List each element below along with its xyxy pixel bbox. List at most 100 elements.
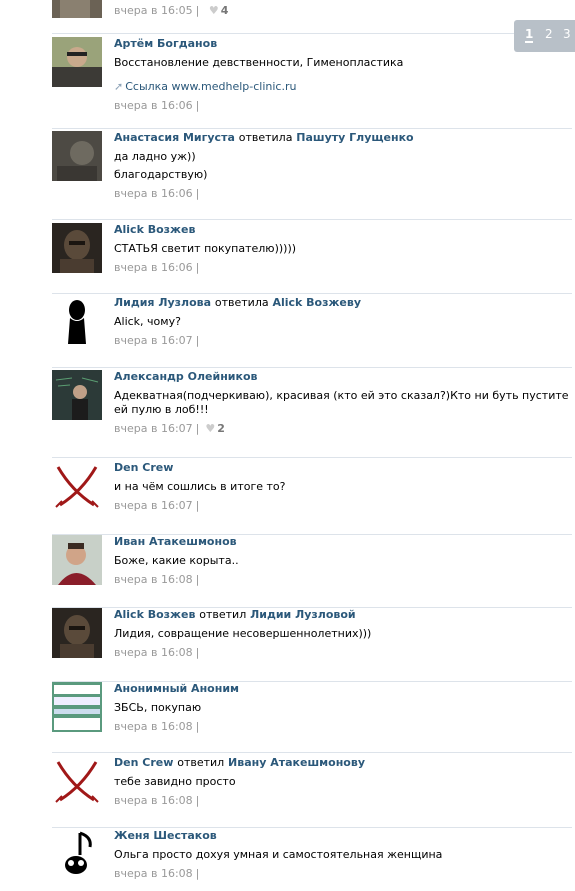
comment-text: Боже, какие корыта.. [114, 554, 569, 568]
comment-line: Ольга просто дохуя умная и самостоятельн… [114, 848, 443, 861]
author-line: Alick Возжев [114, 223, 569, 237]
comment-meta: вчера в 16:06 | [114, 187, 569, 201]
page-link-2[interactable]: 2 [545, 27, 553, 41]
author-link[interactable]: Анастасия Мигуста [114, 131, 235, 144]
meta-separator: | [195, 794, 200, 807]
meta-separator: | [195, 720, 200, 733]
comment-item: Анастасия Мигуста ответила Пашуту Глущен… [52, 131, 572, 220]
author-link[interactable]: Alick Возжев [114, 223, 195, 236]
heart-icon[interactable]: ♥ [205, 422, 215, 435]
avatar[interactable] [52, 829, 102, 879]
comment-text: Восстановление девственности, Гименоплас… [114, 56, 569, 70]
divider [52, 293, 572, 294]
comment-line: тебе завидно просто [114, 775, 236, 788]
comment-text: и на чём сошлись в итоге то? [114, 480, 569, 494]
page-link-3[interactable]: 3 [563, 27, 571, 41]
avatar[interactable] [52, 37, 102, 87]
comment-time[interactable]: вчера в 16:08 [114, 867, 193, 880]
author-link[interactable]: Den Crew [114, 461, 173, 474]
author-link[interactable]: Лидия Лузлова [114, 296, 211, 309]
comment-item: Лидия Лузлова ответила Alick Возжеву Alic… [52, 296, 572, 368]
avatar[interactable] [52, 756, 102, 806]
author-line: Женя Шестаков [114, 829, 569, 843]
comment-text: Alick, чому? [114, 315, 569, 329]
author-line: Alick Возжев ответил Лидии Лузловой [114, 608, 569, 622]
comment-time[interactable]: вчера в 16:08 [114, 646, 193, 659]
comment-text: да ладно уж)) благодарствую) [114, 150, 569, 182]
comment-time[interactable]: вчера в 16:08 [114, 573, 193, 586]
avatar[interactable] [52, 608, 102, 658]
comment-meta: вчера в 16:06 | [114, 99, 569, 113]
comment-text: тебе завидно просто [114, 775, 569, 789]
meta-separator: | [195, 261, 200, 274]
link-text[interactable]: Ссылка www.medhelp-clinic.ru [125, 80, 296, 93]
comment-text: СТАТЬЯ светит покупателю))))) [114, 242, 569, 256]
comment-meta: вчера в 16:05 | ♥ 4 [114, 4, 229, 17]
comment-line: СТАТЬЯ светит покупателю))))) [114, 242, 297, 255]
divider [52, 752, 572, 753]
author-link[interactable]: Анонимный Аноним [114, 682, 239, 695]
comment-meta: вчера в 16:07 | ♥ 2 [114, 422, 569, 436]
comment-text: Ольга просто дохуя умная и самостоятельн… [114, 848, 569, 862]
comment-time[interactable]: вчера в 16:06 [114, 187, 193, 200]
comment-item: Alick Возжев СТАТЬЯ светит покупателю))))… [52, 223, 572, 294]
comment-partial: вчера в 16:05 | ♥ 4 [52, 0, 572, 34]
comment-item: Артём Богданов Восстановление девственнос… [52, 37, 572, 129]
author-link[interactable]: Иван Атакешмонов [114, 535, 237, 548]
author-link[interactable]: Артём Богданов [114, 37, 217, 50]
meta-separator: | [195, 187, 200, 200]
attached-link[interactable]: ➚ Ссылка www.medhelp-clinic.ru [114, 80, 569, 94]
comment-time[interactable]: вчера в 16:07 [114, 334, 193, 347]
reply-target-link[interactable]: Лидии Лузловой [250, 608, 356, 621]
author-line: Лидия Лузлова ответила Alick Возжеву [114, 296, 569, 310]
avatar[interactable] [52, 296, 102, 346]
author-link[interactable]: Александр Олейников [114, 370, 258, 383]
author-link[interactable]: Женя Шестаков [114, 829, 217, 842]
comment-time[interactable]: вчера в 16:07 [114, 499, 193, 512]
comment-line: Адекватная(подчеркиваю), красивая (кто е… [114, 389, 569, 416]
comment-time[interactable]: вчера в 16:08 [114, 720, 193, 733]
comment-text: ЗБСЬ, покупаю [114, 701, 569, 715]
comment-time[interactable]: вчера в 16:05 [114, 4, 193, 17]
avatar[interactable] [52, 682, 102, 732]
divider [52, 128, 572, 129]
author-line: Den Crew [114, 461, 569, 475]
comment-time[interactable]: вчера в 16:06 [114, 261, 193, 274]
meta-separator: | [195, 867, 200, 880]
comment-meta: вчера в 16:08 | [114, 646, 569, 660]
comment-line: Восстановление девственности, Гименоплас… [114, 56, 404, 69]
avatar[interactable] [52, 370, 102, 420]
link-arrow-icon: ➚ [114, 80, 124, 93]
reply-target-link[interactable]: Ивану Атакешмонову [228, 756, 365, 769]
comment-item: Иван Атакешмонов Боже, какие корыта.. вчер… [52, 535, 572, 608]
meta-separator: | [195, 422, 200, 435]
comment-meta: вчера в 16:08 | [114, 720, 569, 734]
author-line: Артём Богданов [114, 37, 569, 51]
author-link[interactable]: Alick Возжев [114, 608, 195, 621]
comment-time[interactable]: вчера в 16:08 [114, 794, 193, 807]
avatar[interactable] [52, 0, 102, 18]
comment-item: Den Crew ответил Ивану Атакешмонову тебе … [52, 756, 572, 828]
comment-line: Лидия, совращение несовершеннолетних))) [114, 627, 372, 640]
comment-meta: вчера в 16:07 | [114, 334, 569, 348]
avatar[interactable] [52, 131, 102, 181]
meta-separator: | [195, 646, 200, 659]
avatar[interactable] [52, 535, 102, 585]
comment-time[interactable]: вчера в 16:07 [114, 422, 193, 435]
comment-text: Адекватная(подчеркиваю), красивая (кто е… [114, 389, 569, 417]
meta-separator: | [195, 499, 200, 512]
comment-meta: вчера в 16:07 | [114, 499, 569, 513]
avatar[interactable] [52, 461, 102, 511]
like-count: 2 [217, 422, 225, 435]
reply-target-link[interactable]: Пашуту Глущенко [296, 131, 413, 144]
avatar[interactable] [52, 223, 102, 273]
divider [52, 457, 572, 458]
reply-target-link[interactable]: Alick Возжеву [272, 296, 361, 309]
reply-verb: ответила [214, 296, 269, 309]
like-count: 4 [220, 4, 229, 17]
page-link-1[interactable]: 1 [525, 27, 534, 43]
heart-icon[interactable]: ♥ [209, 4, 219, 17]
author-link[interactable]: Den Crew [114, 756, 173, 769]
divider [52, 367, 572, 368]
comment-time[interactable]: вчера в 16:06 [114, 99, 193, 112]
